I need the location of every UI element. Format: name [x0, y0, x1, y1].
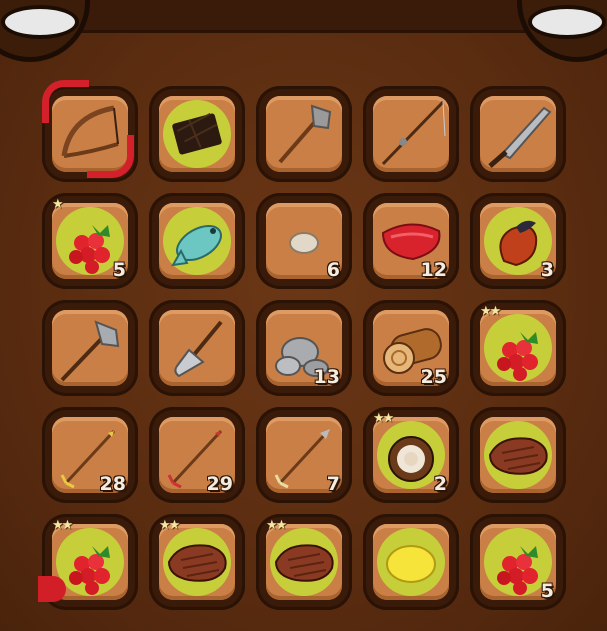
raspberry-icon — [497, 332, 538, 381]
inventory-slot[interactable] — [42, 300, 138, 396]
inventory-slot[interactable]: 7 — [256, 407, 352, 503]
quality-stars: ★★ — [159, 518, 180, 533]
item-count: 6 — [326, 259, 340, 281]
inventory-slot[interactable]: 13 — [256, 300, 352, 396]
selection-bracket-bottom — [87, 135, 134, 178]
inventory-slot[interactable] — [149, 300, 245, 396]
quality-stars: ★★ — [52, 518, 73, 533]
stone-axe-icon — [278, 104, 332, 164]
inventory-slot[interactable] — [149, 86, 245, 182]
steak-icon — [488, 437, 548, 475]
inventory-slot[interactable] — [363, 514, 459, 610]
inventory-slot[interactable]: 5 — [470, 514, 566, 610]
right-corner-ornament — [517, 0, 607, 62]
inventory-panel: ★ 5 6 12 3 13 25 ★★ 28 29 7 ★★ 2 ★★ ★★ ★★ 5 — [0, 0, 607, 631]
item-count: 29 — [206, 473, 233, 495]
iron-axe-icon — [60, 320, 120, 382]
right-corner-shine — [528, 5, 606, 39]
shovel-icon — [174, 320, 223, 378]
inventory-slot[interactable]: ★★ — [149, 514, 245, 610]
inventory-slot[interactable]: 12 — [363, 193, 459, 289]
fishing-rod-icon — [381, 100, 446, 166]
inventory-slot[interactable]: ★★ — [256, 514, 352, 610]
inventory-slot[interactable] — [470, 407, 566, 503]
machete-icon — [488, 106, 552, 168]
fish-icon — [171, 224, 222, 267]
inventory-slot[interactable] — [149, 193, 245, 289]
inventory-slot[interactable]: 29 — [149, 407, 245, 503]
inventory-slot[interactable]: ★★ — [470, 300, 566, 396]
panel-top-bar — [40, 0, 567, 33]
left-corner-ornament — [0, 0, 90, 62]
item-count: 5 — [540, 580, 554, 602]
inventory-slot[interactable] — [256, 86, 352, 182]
steak-icon — [274, 544, 334, 582]
item-count: 2 — [433, 473, 447, 495]
quality-stars: ★★ — [373, 411, 394, 426]
item-count: 13 — [313, 366, 340, 388]
inventory-slot[interactable] — [363, 86, 459, 182]
item-count: 3 — [540, 259, 554, 281]
inventory-slot[interactable]: ★★ — [38, 514, 138, 610]
inventory-slot[interactable]: ★ 5 — [42, 193, 138, 289]
inventory-slot[interactable]: 6 — [256, 193, 352, 289]
quality-stars: ★★ — [266, 518, 287, 533]
inventory-slot[interactable]: 28 — [42, 407, 138, 503]
selection-bracket-top — [42, 80, 89, 123]
inventory-slot[interactable]: 25 — [363, 300, 459, 396]
chocolate-bar-icon — [172, 112, 222, 155]
item-count: 7 — [326, 473, 340, 495]
inventory-slot[interactable] — [42, 80, 138, 182]
item-count: 12 — [420, 259, 447, 281]
quality-stars: ★★ — [480, 304, 501, 319]
lemon-icon — [386, 545, 436, 583]
inventory-slot[interactable] — [470, 86, 566, 182]
inventory-slot[interactable]: ★★ 2 — [363, 407, 459, 503]
red-tab-marker — [38, 576, 66, 602]
left-corner-shine — [1, 5, 79, 39]
item-count: 5 — [112, 259, 126, 281]
inventory-slot[interactable]: 3 — [470, 193, 566, 289]
item-count: 28 — [99, 473, 126, 495]
item-count: 25 — [420, 366, 447, 388]
quality-stars: ★ — [52, 197, 64, 212]
steak-icon — [167, 544, 227, 582]
